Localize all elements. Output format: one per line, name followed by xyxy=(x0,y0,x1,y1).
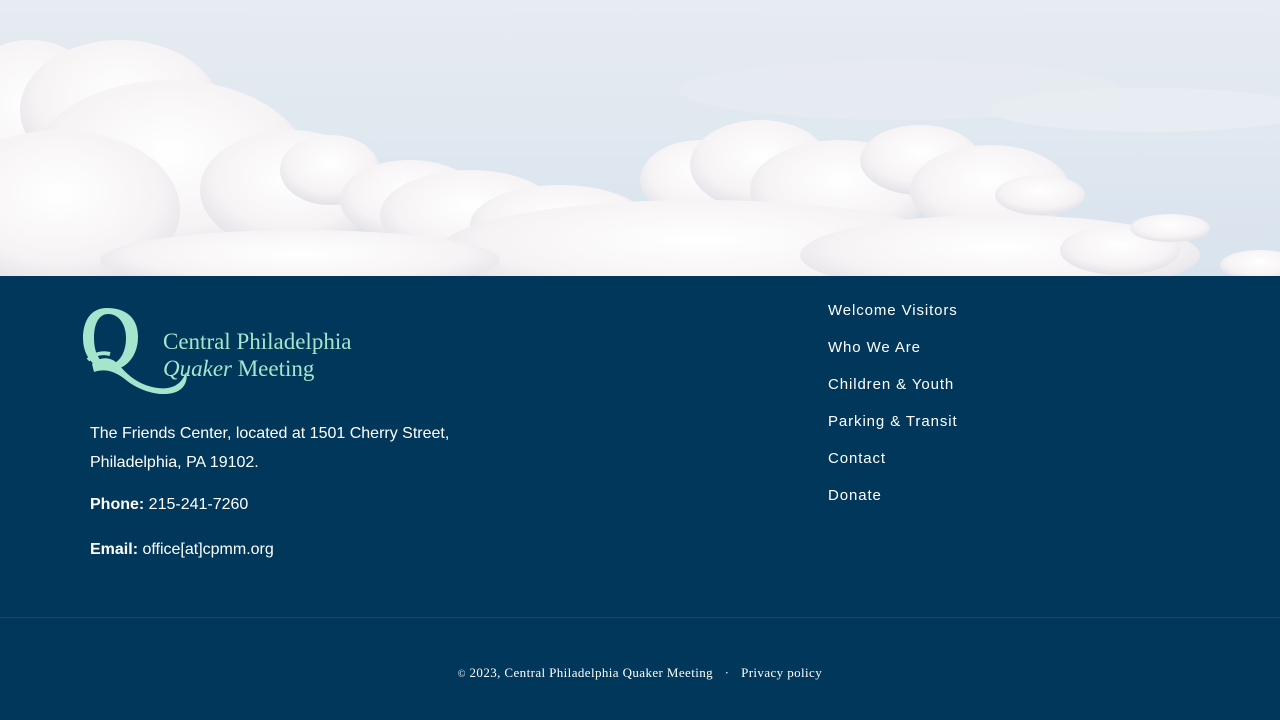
nav-who-we-are[interactable]: Who We Are xyxy=(828,339,958,376)
meeting-address: The Friends Center, located at 1501 Cher… xyxy=(90,425,450,471)
footer-nav: Welcome Visitors Who We Are Children & Y… xyxy=(828,302,958,524)
logo-line-2: Quaker Meeting xyxy=(163,355,351,382)
separator-dot: · xyxy=(724,665,730,680)
hero-sky-image xyxy=(0,0,1280,276)
copyright-bar: © 2023, Central Philadelphia Quaker Meet… xyxy=(0,665,1280,681)
copyright-text: 2023, Central Philadelphia Quaker Meetin… xyxy=(469,665,714,680)
email-line: Email: office[at]cpmm.org xyxy=(90,541,274,559)
nav-children-youth[interactable]: Children & Youth xyxy=(828,376,958,413)
logo-rest-word: Meeting xyxy=(237,356,315,381)
logo-line-1: Central Philadelphia xyxy=(163,329,352,354)
site-footer: Central Philadelphia Quaker Meeting The … xyxy=(0,276,1280,720)
site-logo[interactable]: Central Philadelphia Quaker Meeting xyxy=(80,304,400,394)
logo-italic-word: Quaker xyxy=(163,356,232,381)
nav-welcome-visitors[interactable]: Welcome Visitors xyxy=(828,302,958,339)
nav-parking-transit[interactable]: Parking & Transit xyxy=(828,413,958,450)
copyright-symbol: © xyxy=(457,669,466,680)
phone-number[interactable]: 215-241-7260 xyxy=(149,496,249,513)
email-label: Email: xyxy=(90,541,139,558)
email-address[interactable]: office[at]cpmm.org xyxy=(142,541,273,558)
footer-divider xyxy=(0,617,1280,618)
phone-label: Phone: xyxy=(90,496,145,513)
clouds-illustration xyxy=(0,0,1280,276)
nav-donate[interactable]: Donate xyxy=(828,487,958,524)
nav-contact[interactable]: Contact xyxy=(828,450,958,487)
privacy-policy-link[interactable]: Privacy policy xyxy=(741,665,822,680)
logo-wordmark: Central Philadelphia Quaker Meeting xyxy=(163,328,351,382)
phone-line: Phone: 215-241-7260 xyxy=(90,496,248,514)
